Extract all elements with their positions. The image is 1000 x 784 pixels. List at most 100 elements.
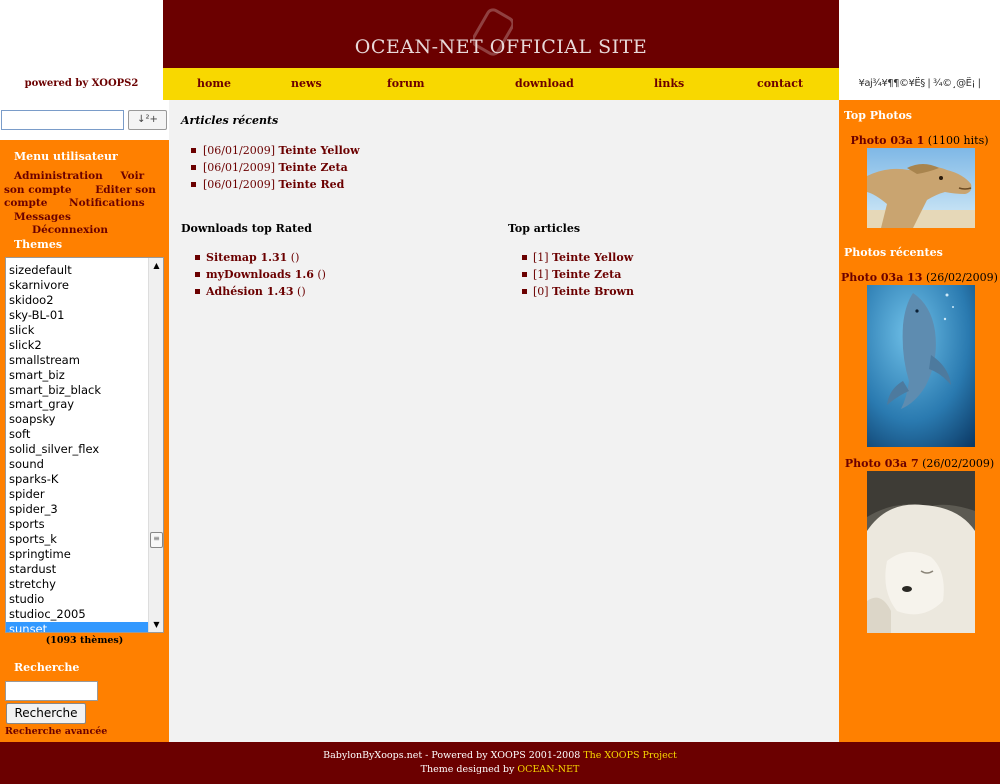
download-link[interactable]: Sitemap 1.31 [206, 251, 287, 264]
list-item[interactable]: [1] Teinte Zeta [508, 266, 634, 283]
article-link[interactable]: Teinte Zeta [278, 161, 347, 174]
article-count: [0] [533, 285, 549, 298]
list-item[interactable]: [06/01/2009] Teinte Zeta [181, 159, 360, 176]
scroll-up-icon[interactable]: ▲ [149, 258, 163, 273]
menu-messages[interactable]: Messages [14, 211, 71, 223]
list-item[interactable]: Adhésion 1.43 () [181, 283, 326, 300]
site-banner: OCEAN-NET OFFICIAL SITE [163, 0, 839, 68]
scroll-down-icon[interactable]: ▼ [149, 617, 163, 632]
footer-line-1: BabylonByXoops.net - Powered by XOOPS 20… [0, 749, 1000, 763]
article-link[interactable]: Teinte Zeta [552, 268, 621, 281]
article-link[interactable]: Teinte Red [278, 178, 344, 191]
dolphin-photo[interactable] [867, 285, 975, 447]
menu-view-account-cont[interactable]: son compte [4, 184, 72, 196]
footer-line-2: Theme designed by OCEAN-NET [0, 763, 1000, 777]
theme-option[interactable]: sunset [6, 621, 150, 632]
theme-option[interactable]: sky-BL-01 [6, 308, 150, 323]
list-item[interactable]: myDownloads 1.6 () [181, 266, 326, 283]
list-item[interactable]: [1] Teinte Yellow [508, 249, 634, 266]
photo-link[interactable]: Photo 03a 1 [850, 134, 924, 147]
article-link[interactable]: Teinte Brown [552, 285, 634, 298]
article-link[interactable]: Teinte Yellow [552, 251, 633, 264]
photo-meta: (26/02/2009) [918, 457, 995, 470]
menu-notifications[interactable]: Notifications [69, 197, 145, 209]
theme-option[interactable]: stardust [6, 562, 150, 577]
downloads-title: Downloads top Rated [181, 222, 312, 235]
theme-option[interactable]: solid_silver_flex [6, 442, 150, 457]
article-date: [06/01/2009] [203, 161, 275, 174]
download-meta: () [287, 251, 300, 264]
theme-option[interactable]: sound [6, 457, 150, 472]
photo-link[interactable]: Photo 03a 13 [841, 271, 922, 284]
theme-select[interactable]: sizedefault skarnivore skidoo2 sky-BL-01 sli… [5, 257, 164, 633]
theme-option[interactable]: sports [6, 517, 150, 532]
user-menu-title: Menu utilisateur [14, 150, 118, 163]
article-count: [1] [533, 268, 549, 281]
theme-option[interactable]: sports_k [6, 532, 150, 547]
theme-option[interactable]: sizedefault [6, 263, 150, 278]
recent-articles-list: [06/01/2009] Teinte Yellow [06/01/2009] … [181, 142, 360, 193]
menu-edit-account-cont[interactable]: compte [4, 197, 47, 209]
xoops-project-link[interactable]: The XOOPS Project [583, 750, 677, 761]
theme-list[interactable]: sizedefault skarnivore skidoo2 sky-BL-01 sli… [6, 258, 150, 632]
ocean-net-link[interactable]: OCEAN-NET [517, 764, 579, 775]
site-title: OCEAN-NET OFFICIAL SITE [354, 36, 648, 58]
advanced-search-link[interactable]: Recherche avancée [5, 726, 107, 737]
theme-option[interactable]: studio [6, 592, 150, 607]
theme-option[interactable]: stretchy [6, 577, 150, 592]
theme-option[interactable]: slick [6, 323, 150, 338]
list-item[interactable]: Sitemap 1.31 () [181, 249, 326, 266]
photo-link[interactable]: Photo 03a 7 [845, 457, 919, 470]
main-content: Articles récents [06/01/2009] Teinte Yel… [169, 100, 839, 742]
theme-option[interactable]: smallstream [6, 353, 150, 368]
footer-theme-credit: Theme designed by [420, 764, 518, 775]
theme-option[interactable]: spider [6, 487, 150, 502]
nav-contact[interactable]: contact [757, 68, 803, 100]
quick-search-button[interactable]: ↓²+ [128, 110, 167, 130]
article-count: [1] [533, 251, 549, 264]
top-photo-caption: Photo 03a 1 (1100 hits) [839, 134, 1000, 147]
nav-news[interactable]: news [291, 68, 322, 100]
article-link[interactable]: Teinte Yellow [278, 144, 359, 157]
search-input[interactable] [5, 681, 98, 701]
theme-option[interactable]: spider_3 [6, 502, 150, 517]
theme-option[interactable]: springtime [6, 547, 150, 562]
theme-option[interactable]: smart_biz_black [6, 383, 150, 398]
quick-search-input[interactable] [1, 110, 124, 130]
nav-forum[interactable]: forum [387, 68, 425, 100]
theme-scrollbar[interactable]: ▲ ≡ ▼ [148, 258, 163, 632]
menu-logout[interactable]: Déconnexion [32, 224, 108, 236]
theme-option[interactable]: smart_biz [6, 368, 150, 383]
download-link[interactable]: Adhésion 1.43 [206, 285, 294, 298]
theme-option[interactable]: studioc_2005 [6, 607, 150, 622]
list-item[interactable]: [06/01/2009] Teinte Red [181, 176, 360, 193]
theme-option[interactable]: soapsky [6, 412, 150, 427]
left-sidebar: ↓²+ Menu utilisateur Administration Voir… [0, 100, 169, 742]
theme-option[interactable]: sparks-K [6, 472, 150, 487]
user-menu: Administration Voir son compte Editer so… [4, 170, 164, 238]
theme-option[interactable]: slick2 [6, 338, 150, 353]
theme-option[interactable]: soft [6, 427, 150, 442]
theme-option[interactable]: skarnivore [6, 278, 150, 293]
menu-edit-account[interactable]: Editer son [95, 184, 156, 196]
list-item[interactable]: [0] Teinte Brown [508, 283, 634, 300]
scroll-thumb[interactable]: ≡ [150, 532, 163, 548]
top-photos-title: Top Photos [844, 109, 912, 122]
download-link[interactable]: myDownloads 1.6 [206, 268, 314, 281]
nav-links[interactable]: links [654, 68, 684, 100]
theme-option[interactable]: skidoo2 [6, 293, 150, 308]
camel-photo[interactable] [867, 148, 975, 228]
theme-option[interactable]: smart_gray [6, 397, 150, 412]
powered-by-brand[interactable]: XOOPS2 [92, 78, 139, 89]
search-button[interactable]: Recherche [6, 703, 86, 724]
top-articles-list: [1] Teinte Yellow [1] Teinte Zeta [0] Te… [508, 249, 634, 300]
list-item[interactable]: [06/01/2009] Teinte Yellow [181, 142, 360, 159]
menu-admin[interactable]: Administration [14, 170, 103, 182]
powered-by: powered by XOOPS2 [0, 68, 163, 100]
nav-download[interactable]: download [515, 68, 574, 100]
search-title: Recherche [14, 661, 80, 674]
menu-view-account[interactable]: Voir [120, 170, 144, 182]
photo-meta: (1100 hits) [924, 134, 989, 147]
polar-bear-photo[interactable] [867, 471, 975, 633]
nav-home[interactable]: home [197, 68, 231, 100]
